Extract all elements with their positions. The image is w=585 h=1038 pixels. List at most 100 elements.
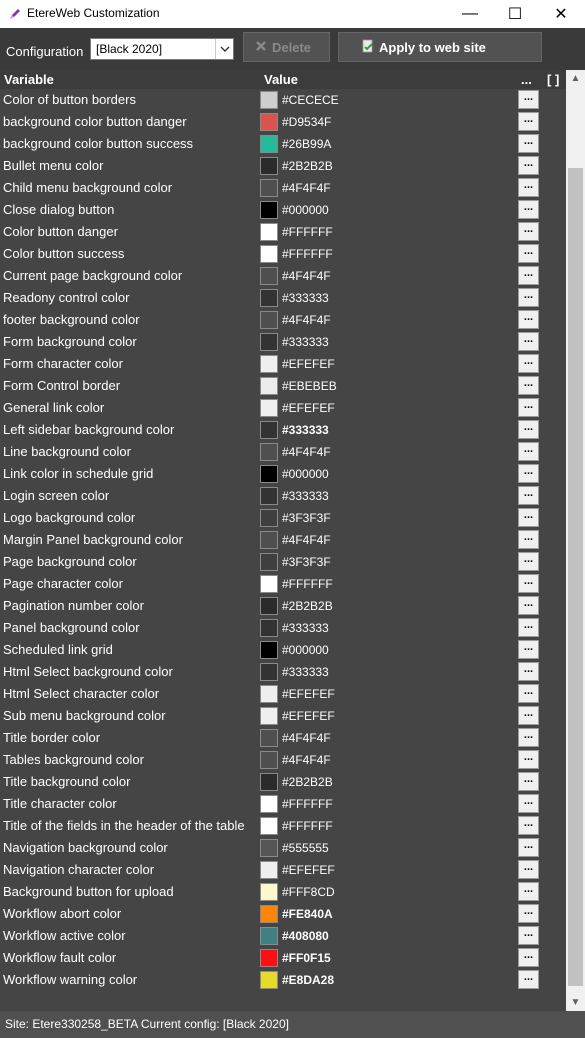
- color-swatch[interactable]: [260, 575, 278, 593]
- color-swatch[interactable]: [260, 487, 278, 505]
- color-swatch[interactable]: [260, 971, 278, 989]
- edit-color-button[interactable]: ...: [518, 640, 539, 659]
- edit-color-button[interactable]: ...: [518, 442, 539, 461]
- color-swatch[interactable]: [260, 883, 278, 901]
- color-swatch[interactable]: [260, 267, 278, 285]
- table-row[interactable]: Workflow abort color #FE840A...: [0, 903, 566, 925]
- edit-color-button[interactable]: ...: [518, 288, 539, 307]
- color-swatch[interactable]: [260, 113, 278, 131]
- table-row[interactable]: Current page background color #4F4F4F...: [0, 265, 566, 287]
- edit-color-button[interactable]: ...: [518, 750, 539, 769]
- table-row[interactable]: background color button success #26B99A..…: [0, 133, 566, 155]
- color-swatch[interactable]: [260, 443, 278, 461]
- color-swatch[interactable]: [260, 729, 278, 747]
- edit-color-button[interactable]: ...: [518, 332, 539, 351]
- table-row[interactable]: General link color #EFEFEF...: [0, 397, 566, 419]
- table-row[interactable]: Pagination number color #2B2B2B...: [0, 595, 566, 617]
- edit-color-button[interactable]: ...: [518, 376, 539, 395]
- edit-color-button[interactable]: ...: [518, 860, 539, 879]
- apply-to-web-site-button[interactable]: Apply to web site: [338, 32, 542, 62]
- color-swatch[interactable]: [260, 795, 278, 813]
- edit-color-button[interactable]: ...: [518, 882, 539, 901]
- edit-color-button[interactable]: ...: [518, 794, 539, 813]
- color-swatch[interactable]: [260, 927, 278, 945]
- color-swatch[interactable]: [260, 685, 278, 703]
- table-row[interactable]: Color button danger #FFFFFF...: [0, 221, 566, 243]
- color-swatch[interactable]: [260, 817, 278, 835]
- color-swatch[interactable]: [260, 531, 278, 549]
- edit-color-button[interactable]: ...: [518, 90, 539, 109]
- edit-color-button[interactable]: ...: [518, 838, 539, 857]
- table-row[interactable]: Logo background color #3F3F3F...: [0, 507, 566, 529]
- color-swatch[interactable]: [260, 311, 278, 329]
- color-swatch[interactable]: [260, 135, 278, 153]
- table-row[interactable]: Html Select character color #EFEFEF...: [0, 683, 566, 705]
- color-swatch[interactable]: [260, 245, 278, 263]
- color-swatch[interactable]: [260, 905, 278, 923]
- table-row[interactable]: Title of the fields in the header of the…: [0, 815, 566, 837]
- color-swatch[interactable]: [260, 707, 278, 725]
- edit-color-button[interactable]: ...: [518, 618, 539, 637]
- color-swatch[interactable]: [260, 377, 278, 395]
- table-row[interactable]: Login screen color #333333...: [0, 485, 566, 507]
- edit-color-button[interactable]: ...: [518, 596, 539, 615]
- close-button[interactable]: ✕: [538, 0, 584, 28]
- table-row[interactable]: Title border color #4F4F4F...: [0, 727, 566, 749]
- table-row[interactable]: Form Control border #EBEBEB...: [0, 375, 566, 397]
- color-swatch[interactable]: [260, 509, 278, 527]
- color-swatch[interactable]: [260, 157, 278, 175]
- table-row[interactable]: Margin Panel background color #4F4F4F...: [0, 529, 566, 551]
- edit-color-button[interactable]: ...: [518, 156, 539, 175]
- color-swatch[interactable]: [260, 553, 278, 571]
- edit-color-button[interactable]: ...: [518, 200, 539, 219]
- table-row[interactable]: Scheduled link grid #000000...: [0, 639, 566, 661]
- edit-color-button[interactable]: ...: [518, 728, 539, 747]
- color-swatch[interactable]: [260, 597, 278, 615]
- edit-color-button[interactable]: ...: [518, 508, 539, 527]
- edit-color-button[interactable]: ...: [518, 816, 539, 835]
- table-row[interactable]: Workflow warning color #E8DA28...: [0, 969, 566, 991]
- table-row[interactable]: Left sidebar background color #333333...: [0, 419, 566, 441]
- edit-color-button[interactable]: ...: [518, 398, 539, 417]
- edit-color-button[interactable]: ...: [518, 244, 539, 263]
- table-row[interactable]: background color button danger #D9534F...: [0, 111, 566, 133]
- table-row[interactable]: Background button for upload #FFF8CD...: [0, 881, 566, 903]
- edit-color-button[interactable]: ...: [518, 420, 539, 439]
- table-row[interactable]: Form background color #333333...: [0, 331, 566, 353]
- table-row[interactable]: Html Select background color #333333...: [0, 661, 566, 683]
- color-swatch[interactable]: [260, 201, 278, 219]
- edit-color-button[interactable]: ...: [518, 112, 539, 131]
- table-row[interactable]: Child menu background color #4F4F4F...: [0, 177, 566, 199]
- table-row[interactable]: Color button success #FFFFFF...: [0, 243, 566, 265]
- vertical-scrollbar[interactable]: ▲ ▼: [566, 70, 585, 1011]
- edit-color-button[interactable]: ...: [518, 552, 539, 571]
- delete-button[interactable]: Delete: [243, 32, 330, 62]
- edit-color-button[interactable]: ...: [518, 310, 539, 329]
- table-row[interactable]: Page background color #3F3F3F...: [0, 551, 566, 573]
- table-row[interactable]: Line background color #4F4F4F...: [0, 441, 566, 463]
- color-swatch[interactable]: [260, 663, 278, 681]
- table-row[interactable]: Readony control color #333333...: [0, 287, 566, 309]
- edit-color-button[interactable]: ...: [518, 486, 539, 505]
- table-row[interactable]: Workflow active color #408080...: [0, 925, 566, 947]
- edit-color-button[interactable]: ...: [518, 772, 539, 791]
- maximize-button[interactable]: ☐: [492, 0, 538, 28]
- edit-color-button[interactable]: ...: [518, 266, 539, 285]
- scroll-down-icon[interactable]: ▼: [566, 994, 585, 1011]
- edit-color-button[interactable]: ...: [518, 530, 539, 549]
- edit-color-button[interactable]: ...: [518, 904, 539, 923]
- color-swatch[interactable]: [260, 91, 278, 109]
- color-swatch[interactable]: [260, 619, 278, 637]
- table-row[interactable]: Link color in schedule grid #000000...: [0, 463, 566, 485]
- edit-color-button[interactable]: ...: [518, 134, 539, 153]
- table-row[interactable]: Color of button borders #CECECE...: [0, 89, 566, 111]
- color-swatch[interactable]: [260, 421, 278, 439]
- edit-color-button[interactable]: ...: [518, 464, 539, 483]
- column-header-extra[interactable]: [ ]: [547, 72, 559, 87]
- edit-color-button[interactable]: ...: [518, 662, 539, 681]
- table-row[interactable]: Panel background color #333333...: [0, 617, 566, 639]
- configuration-select[interactable]: [Black 2020]: [90, 38, 234, 60]
- column-header-variable[interactable]: Variable: [4, 72, 54, 87]
- color-swatch[interactable]: [260, 289, 278, 307]
- edit-color-button[interactable]: ...: [518, 178, 539, 197]
